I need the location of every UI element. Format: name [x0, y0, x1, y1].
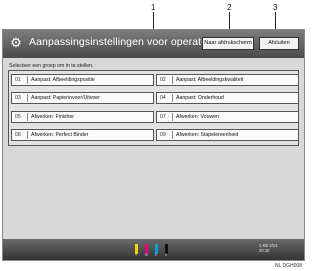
group-button-04[interactable]: 04 Aanpast: Onderhoud	[156, 92, 299, 104]
group-list: 01 Aanpast: Afbeeldingspositie 02 Aanpast:…	[8, 70, 299, 146]
group-number: 02	[160, 77, 166, 83]
group-number: 01	[15, 77, 21, 83]
divider	[27, 130, 28, 139]
divider	[172, 112, 173, 121]
group-number: 03	[15, 95, 21, 101]
toner-magenta-label: M	[145, 253, 148, 257]
group-label: Afwerken: Finisher	[31, 114, 74, 120]
group-label: Afwerken: Stapelereenheid	[176, 132, 239, 138]
group-button-05[interactable]: 05 Afwerken: Finisher	[11, 111, 154, 123]
main-screen-button[interactable]: Naar afdrukscherm	[202, 37, 254, 50]
instruction-text: Selecteer een groep om in te stellen.	[9, 63, 94, 69]
group-label: Aanpast: Onderhoud	[176, 95, 224, 101]
group-button-01[interactable]: 01 Aanpast: Afbeeldingspositie	[11, 74, 154, 86]
toner-yellow-label: Y	[135, 253, 138, 257]
group-button-03[interactable]: 03 Aanpast: Papierinvoer/Uitvoer	[11, 92, 154, 104]
divider	[27, 93, 28, 102]
callout-1: 1	[151, 3, 156, 12]
group-label: Aanpast: Afbeeldingskwaliteit	[176, 77, 244, 83]
toner-cyan-label: C	[155, 253, 158, 257]
group-number: 09	[160, 132, 166, 138]
status-bar: Y M C K 1 KB 2/14 20:10	[3, 239, 304, 260]
group-number: 08	[15, 132, 21, 138]
status-clock: 20:10	[259, 248, 270, 253]
callout-2: 2	[227, 3, 232, 12]
figure-id: NL DGH008	[274, 263, 302, 269]
group-label: Aanpast: Afbeeldingspositie	[31, 77, 95, 83]
divider	[172, 130, 173, 139]
group-number: 04	[160, 95, 166, 101]
group-number: 07	[160, 114, 166, 120]
group-button-08[interactable]: 08 Afwerken: Perfect Binder	[11, 129, 154, 141]
page-title: Aanpassingsinstellingen voor operators	[29, 36, 217, 48]
group-label: Afwerken: Perfect Binder	[31, 132, 89, 138]
group-label: Aanpast: Papierinvoer/Uitvoer	[31, 95, 100, 101]
divider	[27, 75, 28, 84]
exit-button[interactable]: Afsluiten	[259, 37, 299, 50]
divider	[172, 93, 173, 102]
toner-black-label: K	[165, 253, 168, 257]
group-button-07[interactable]: 07 Afwerken: Vouwen	[156, 111, 299, 123]
divider	[172, 75, 173, 84]
divider	[27, 112, 28, 121]
group-label: Afwerken: Vouwen	[176, 114, 219, 120]
callout-3: 3	[273, 3, 278, 12]
gear-icon: ⚙	[10, 35, 22, 50]
group-number: 05	[15, 114, 21, 120]
device-screen: ⚙ Aanpassingsinstellingen voor operators…	[2, 29, 305, 261]
group-button-09[interactable]: 09 Afwerken: Stapelereenheid	[156, 129, 299, 141]
status-info: 1 KB 2/14 20:10	[259, 243, 277, 253]
group-button-02[interactable]: 02 Aanpast: Afbeeldingskwaliteit	[156, 74, 299, 86]
title-bar: ⚙ Aanpassingsinstellingen voor operators…	[3, 30, 304, 58]
